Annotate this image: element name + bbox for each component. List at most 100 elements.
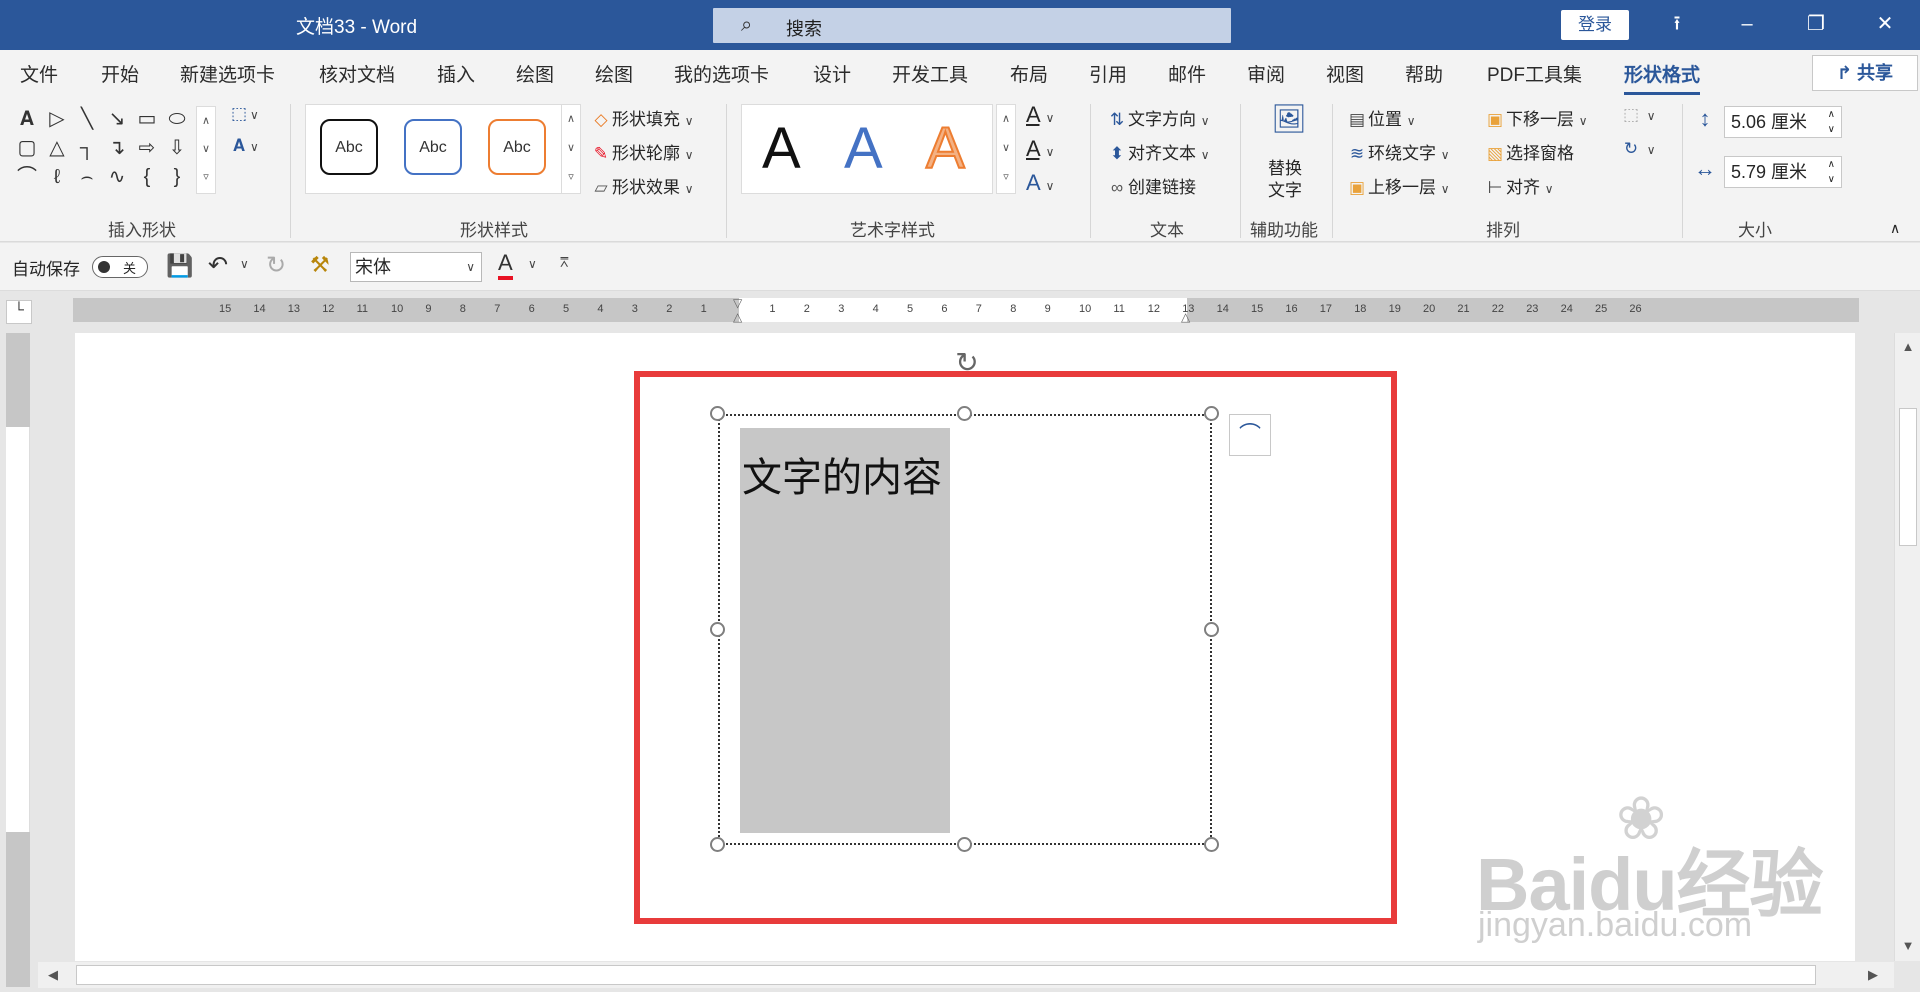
ribbon-display-icon[interactable]: ⭱ xyxy=(1647,0,1707,50)
rotate-handle-icon[interactable]: ↻ xyxy=(949,348,985,378)
elbow-arrow-icon[interactable]: ↴ xyxy=(104,135,130,161)
shape-gallery-scroll[interactable]: ∧ ∨ ▿ xyxy=(196,106,216,194)
text-fill-button[interactable]: A ∨ xyxy=(1026,102,1054,128)
horizontal-scrollbar[interactable]: ◀ ▶ xyxy=(38,962,1894,988)
tab-developer[interactable]: 开发工具 xyxy=(892,60,968,87)
tab-pdf-tools[interactable]: PDF工具集 xyxy=(1487,60,1582,87)
tab-my-tab[interactable]: 我的选项卡 xyxy=(674,60,769,87)
format-painter-icon[interactable]: ⚒ xyxy=(310,252,330,278)
vertical-scroll-thumb[interactable] xyxy=(1899,408,1917,546)
horizontal-ruler[interactable]: 15 14 13 12 11 10 9 8 7 6 5 4 3 2 1 1 2 3 4 5 6 7 8 9 10 11 12 13 14… xyxy=(73,296,1859,324)
scribble-icon[interactable]: ℓ xyxy=(44,164,70,190)
wrap-text-button[interactable]: ≋ 环绕文字 ∨ xyxy=(1346,139,1450,164)
close-icon[interactable]: ✕ xyxy=(1855,0,1915,50)
resize-handle-bottom-left[interactable] xyxy=(710,837,725,852)
resize-handle-top-left[interactable] xyxy=(710,406,725,421)
freeform-icon[interactable]: ⌒ xyxy=(14,164,40,190)
group-button[interactable]: ⬚ ∨ xyxy=(1620,105,1656,125)
shape-styles-gallery[interactable]: Abc Abc Abc xyxy=(305,104,563,194)
undo-dropdown-icon[interactable]: ∨ xyxy=(240,257,249,271)
edit-shape-button[interactable]: ⬚ ∨ xyxy=(228,104,259,124)
resize-handle-left[interactable] xyxy=(710,622,725,637)
tab-mailings[interactable]: 邮件 xyxy=(1168,60,1206,87)
position-button[interactable]: ▤ 位置 ∨ xyxy=(1346,105,1416,130)
text-direction-button[interactable]: ⇅ 文字方向 ∨ xyxy=(1106,105,1210,130)
vertical-ruler[interactable] xyxy=(6,333,30,987)
shape-style-black[interactable]: Abc xyxy=(320,119,378,175)
customize-qat-icon[interactable]: ⩞ xyxy=(560,254,569,271)
font-color-icon[interactable]: A xyxy=(498,250,513,280)
horizontal-scroll-thumb[interactable] xyxy=(76,965,1816,985)
first-line-indent-marker[interactable]: ▽ xyxy=(733,296,742,310)
tab-design[interactable]: 设计 xyxy=(813,60,851,87)
shape-outline-button[interactable]: ✎ 形状轮廓 ∨ xyxy=(590,139,694,164)
shape-effects-button[interactable]: ▱ 形状效果 ∨ xyxy=(590,173,693,198)
wordart-style-blue[interactable]: A xyxy=(844,115,883,182)
login-button[interactable]: 登录 xyxy=(1561,10,1629,40)
rotate-button[interactable]: ↻ ∨ xyxy=(1620,139,1656,159)
shape-style-orange[interactable]: Abc xyxy=(488,119,546,175)
arc-icon[interactable]: ⌢ xyxy=(74,164,100,190)
align-text-button[interactable]: ⬍ 对齐文本 ∨ xyxy=(1106,139,1210,164)
wordart-style-orange[interactable]: A xyxy=(925,115,966,182)
wordart-gallery[interactable]: A A A xyxy=(741,104,993,194)
draw-textbox-button[interactable]: 𝐀 ∨ xyxy=(228,136,259,156)
tab-help[interactable]: 帮助 xyxy=(1405,60,1443,87)
height-spinner[interactable]: ∧ ∨ xyxy=(1828,107,1835,137)
font-color-dropdown-icon[interactable]: ∨ xyxy=(528,257,537,271)
resize-handle-top[interactable] xyxy=(957,406,972,421)
selection-pane-button[interactable]: ▧ 选择窗格 xyxy=(1484,139,1574,164)
left-brace-icon[interactable]: { xyxy=(134,164,160,190)
down-arrow-icon[interactable]: ⇩ xyxy=(164,135,190,161)
resize-handle-bottom-right[interactable] xyxy=(1204,837,1219,852)
vertical-scrollbar[interactable]: ▲ ▼ xyxy=(1894,333,1920,961)
tab-review-doc[interactable]: 核对文档 xyxy=(319,60,395,87)
shape-style-blue[interactable]: Abc xyxy=(404,119,462,175)
scroll-up-icon[interactable]: ▲ xyxy=(1897,339,1919,354)
shape-text[interactable]: 文字的内容 xyxy=(742,445,942,503)
rounded-rect-icon[interactable]: ▢ xyxy=(14,135,40,161)
shape-fill-button[interactable]: ◇ 形状填充 ∨ xyxy=(590,105,693,130)
alt-text-label-2[interactable]: 文字 xyxy=(1268,176,1302,201)
layout-options-icon[interactable]: ⌒ xyxy=(1229,414,1271,456)
height-field[interactable]: 5.06 厘米 ∧ ∨ xyxy=(1724,106,1842,138)
tab-shape-format[interactable]: 形状格式 xyxy=(1624,60,1701,95)
send-backward-button[interactable]: ▣ 下移一层 ∨ xyxy=(1484,105,1588,130)
tab-layout[interactable]: 布局 xyxy=(1010,60,1048,87)
left-indent-marker[interactable]: △ xyxy=(733,310,742,324)
width-spinner[interactable]: ∧ ∨ xyxy=(1828,157,1835,187)
tab-file[interactable]: 文件 xyxy=(20,60,58,87)
create-link-button[interactable]: ∞ 创建链接 xyxy=(1106,173,1196,198)
resize-handle-right[interactable] xyxy=(1204,622,1219,637)
right-arrow-icon[interactable]: ⇨ xyxy=(134,135,160,161)
collapse-ribbon-icon[interactable]: ∧ xyxy=(1890,220,1900,237)
share-button[interactable]: ↱ 共享 xyxy=(1812,55,1918,91)
tab-new-tab[interactable]: 新建选项卡 xyxy=(180,60,275,87)
scroll-down-icon[interactable]: ▼ xyxy=(1897,938,1919,953)
tab-selector[interactable]: └ xyxy=(6,300,32,324)
text-effects-button[interactable]: A ∨ xyxy=(1026,170,1054,196)
right-indent-marker[interactable]: △ xyxy=(1181,310,1190,324)
search-box[interactable]: ⌕ 搜索 xyxy=(713,8,1231,43)
elbow-connector-icon[interactable]: ┐ xyxy=(74,135,100,161)
arrow-line-icon[interactable]: ↘ xyxy=(104,106,130,132)
curve-icon[interactable]: ∿ xyxy=(104,164,130,190)
vertical-textbox-icon[interactable]: ▷ xyxy=(44,106,70,132)
tab-home[interactable]: 开始 xyxy=(101,60,139,87)
wordart-style-black[interactable]: A xyxy=(762,115,801,182)
undo-icon[interactable]: ↶ xyxy=(208,251,228,280)
tab-references[interactable]: 引用 xyxy=(1089,60,1127,87)
oval-icon[interactable]: ⬭ xyxy=(164,106,190,132)
resize-handle-top-right[interactable] xyxy=(1204,406,1219,421)
autosave-toggle[interactable]: 关 xyxy=(92,256,148,278)
tab-insert[interactable]: 插入 xyxy=(437,60,475,87)
text-outline-button[interactable]: A ∨ xyxy=(1026,136,1054,162)
bring-forward-button[interactable]: ▣ 上移一层 ∨ xyxy=(1346,173,1450,198)
tab-review[interactable]: 审阅 xyxy=(1247,60,1285,87)
wordart-scroll[interactable]: ∧ ∨ ▿ xyxy=(996,104,1016,194)
scroll-right-icon[interactable]: ▶ xyxy=(1862,967,1884,983)
right-brace-icon[interactable]: } xyxy=(164,164,190,190)
alt-text-icon[interactable]: 🖼 xyxy=(1266,102,1312,135)
tab-draw-2[interactable]: 绘图 xyxy=(595,60,633,87)
save-icon[interactable]: 💾 xyxy=(166,253,193,279)
